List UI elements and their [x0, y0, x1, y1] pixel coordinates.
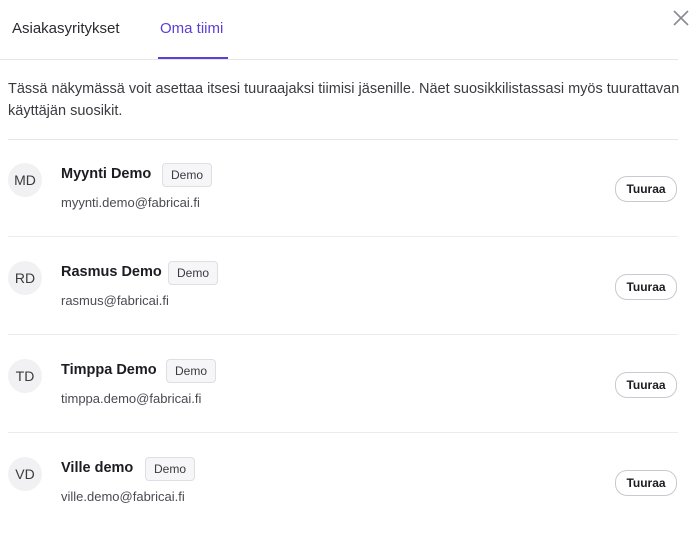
member-row: TD Timppa Demo Demo timppa.demo@fabricai… [8, 336, 678, 433]
close-icon[interactable] [670, 7, 692, 29]
member-badge: Demo [168, 261, 219, 285]
substitute-button[interactable]: Tuuraa [615, 372, 677, 398]
member-email: myynti.demo@fabricai.fi [61, 195, 200, 210]
member-row: VD Ville demo Demo ville.demo@fabricai.f… [8, 434, 678, 531]
divider [8, 236, 678, 237]
member-row: MD Myynti Demo Demo myynti.demo@fabricai… [8, 140, 678, 237]
avatar: RD [8, 261, 42, 295]
tab-asiakasyritykset[interactable]: Asiakasyritykset [12, 20, 120, 37]
member-email: ville.demo@fabricai.fi [61, 489, 185, 504]
divider [8, 432, 678, 433]
member-badge: Demo [166, 359, 217, 383]
avatar: VD [8, 457, 42, 491]
divider [8, 334, 678, 335]
tab-oma-tiimi[interactable]: Oma tiimi [160, 20, 223, 37]
avatar: MD [8, 163, 42, 197]
avatar: TD [8, 359, 42, 393]
member-badge: Demo [162, 163, 213, 187]
member-name: Myynti Demo [61, 166, 152, 182]
intro-text: Tässä näkymässä voit asettaa itsesi tuur… [8, 81, 680, 119]
substitute-button[interactable]: Tuuraa [615, 274, 677, 300]
member-name: Rasmus Demo [61, 264, 162, 280]
member-row: RD Rasmus Demo Demo rasmus@fabricai.fi T… [8, 238, 678, 335]
member-email: timppa.demo@fabricai.fi [61, 391, 202, 406]
member-name: Ville demo [61, 460, 134, 476]
tab-bar: Asiakasyritykset Oma tiimi [0, 0, 678, 60]
member-badge: Demo [145, 457, 196, 481]
member-email: rasmus@fabricai.fi [61, 293, 169, 308]
substitute-button[interactable]: Tuuraa [615, 470, 677, 496]
substitute-button[interactable]: Tuuraa [615, 176, 677, 202]
active-tab-indicator [158, 57, 228, 59]
member-name: Timppa Demo [61, 362, 157, 378]
